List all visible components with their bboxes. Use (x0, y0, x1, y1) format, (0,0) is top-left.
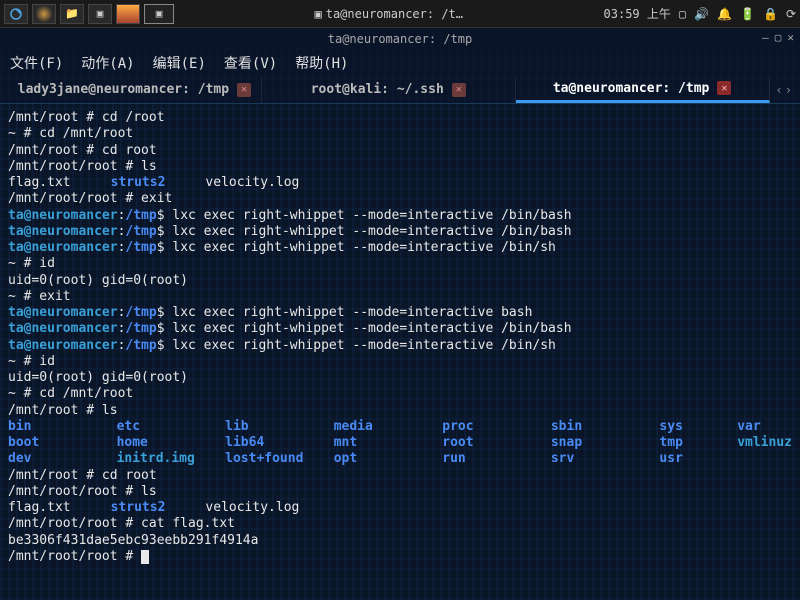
topbar-window-title[interactable]: ▣ ta@neuromancer: /t… (315, 7, 464, 21)
window-title: ta@neuromancer: /tmp (328, 32, 473, 46)
lock-icon[interactable]: 🔒 (763, 7, 778, 21)
dir-entry: usr (659, 451, 768, 467)
volume-icon[interactable]: 🔊 (694, 7, 709, 21)
power-icon[interactable]: ⟳ (786, 7, 796, 21)
workspace-icon[interactable]: ▢ (679, 7, 686, 21)
terminal-line: uid=0(root) gid=0(root) (8, 370, 792, 386)
terminal-line: uid=0(root) gid=0(root) (8, 273, 792, 289)
battery-icon[interactable]: 🔋 (740, 7, 755, 21)
terminal-line: /mnt/root # cd root (8, 468, 792, 484)
terminal-line: ~ # id (8, 354, 792, 370)
terminal-line: /mnt/root/root # ls (8, 159, 792, 175)
terminal-line: ~ # cd /mnt/root (8, 126, 792, 142)
system-topbar: 📁 ▣ ▣ ▣ ta@neuromancer: /t… 03:59 上午 ▢ 🔊… (0, 0, 800, 28)
menu-view[interactable]: 查看(V) (224, 53, 277, 73)
terminal-icon[interactable]: ▣ (88, 4, 112, 24)
window-titlebar[interactable]: ta@neuromancer: /tmp — ▢ ✕ (0, 28, 800, 50)
close-icon[interactable]: ✕ (237, 83, 251, 97)
terminal-line: flag.txtstruts2velocity.log (8, 500, 792, 516)
tab-next-icon[interactable]: › (785, 83, 792, 97)
terminal-line: ta@neuromancer:/tmp$ lxc exec right-whip… (8, 208, 792, 224)
dir-entry: proc (442, 419, 551, 435)
terminal-tabs: lady3jane@neuromancer: /tmp ✕ root@kali:… (0, 76, 800, 104)
cursor (141, 550, 149, 564)
terminal-line: flag.txtstruts2velocity.log (8, 175, 792, 191)
tab-ta-neuromancer[interactable]: ta@neuromancer: /tmp ✕ (516, 76, 770, 103)
window-maximize-icon[interactable]: ▢ (775, 31, 782, 44)
dir-entry: snap (551, 435, 660, 451)
dir-entry: lib (225, 419, 334, 435)
dir-entry: home (117, 435, 226, 451)
menu-edit[interactable]: 编辑(E) (153, 53, 206, 73)
topbar-window-title-text: ta@neuromancer: /t… (326, 7, 463, 21)
dir-entry: mnt (334, 435, 443, 451)
terminal-line: ~ # cd /mnt/root (8, 386, 792, 402)
tab-label: ta@neuromancer: /tmp (553, 81, 710, 96)
tab-root-kali[interactable]: root@kali: ~/.ssh ✕ (262, 76, 516, 103)
dir-entry: vmlinuz (737, 435, 792, 451)
terminal-line: ~ # exit (8, 289, 792, 305)
dir-entry: root (442, 435, 551, 451)
terminal-line: /mnt/root # cd root (8, 143, 792, 159)
taskbar-item-2[interactable] (116, 4, 140, 24)
dir-entry: lib64 (225, 435, 334, 451)
dir-entry: opt (334, 451, 443, 467)
terminal-line: /mnt/root/root # ls (8, 484, 792, 500)
tab-label: lady3jane@neuromancer: /tmp (18, 82, 229, 97)
dir-entry: lost+found (225, 451, 334, 467)
directory-listing: binetclibmediaprocsbinsysboothomelib64mn… (8, 419, 768, 468)
tab-prev-icon[interactable]: ‹ (776, 83, 783, 97)
terminal-line: /mnt/root # ls (8, 403, 792, 419)
terminal-line: ta@neuromancer:/tmp$ lxc exec right-whip… (8, 321, 792, 337)
tab-lady3jane[interactable]: lady3jane@neuromancer: /tmp ✕ (8, 76, 262, 103)
dir-entry: initrd.img (117, 451, 226, 467)
files-icon[interactable]: 📁 (60, 4, 84, 24)
dir-entry: media (334, 419, 443, 435)
terminal-line: be3306f431dae5ebc93eebb291f4914a (8, 533, 792, 549)
dir-entry: boot (8, 435, 117, 451)
terminal-line: /mnt/root/root # exit (8, 191, 792, 207)
terminal-line: ta@neuromancer:/tmp$ lxc exec right-whip… (8, 240, 792, 256)
taskbar-item-1[interactable] (32, 4, 56, 24)
menubar: 文件(F) 动作(A) 编辑(E) 查看(V) 帮助(H) (0, 50, 800, 76)
terminal-line: ta@neuromancer:/tmp$ lxc exec right-whip… (8, 224, 792, 240)
terminal-output[interactable]: /mnt/root # cd /root~ # cd /mnt/root/mnt… (0, 104, 800, 571)
dir-entry: sbin (551, 419, 660, 435)
notification-icon[interactable]: 🔔 (717, 7, 732, 21)
dir-entry: var (737, 419, 792, 435)
menu-help[interactable]: 帮助(H) (295, 53, 348, 73)
dir-entry: etc (117, 419, 226, 435)
clock[interactable]: 03:59 上午 (604, 5, 671, 22)
terminal-line: ta@neuromancer:/tmp$ lxc exec right-whip… (8, 338, 792, 354)
terminal-line: ta@neuromancer:/tmp$ lxc exec right-whip… (8, 305, 792, 321)
menu-file[interactable]: 文件(F) (10, 53, 63, 73)
window-minimize-icon[interactable]: — (762, 31, 769, 44)
terminal-line: /mnt/root/root # (8, 549, 792, 565)
tab-label: root@kali: ~/.ssh (311, 82, 444, 97)
terminal-line: /mnt/root/root # cat flag.txt (8, 516, 792, 532)
terminal-line: /mnt/root # cd /root (8, 110, 792, 126)
dir-entry: bin (8, 419, 117, 435)
terminal-line: ~ # id (8, 256, 792, 272)
close-icon[interactable]: ✕ (717, 81, 731, 95)
dir-entry: dev (8, 451, 117, 467)
window-close-icon[interactable]: ✕ (787, 31, 794, 44)
menu-action[interactable]: 动作(A) (81, 53, 134, 73)
app-menu-icon[interactable] (4, 4, 28, 24)
dir-entry: run (442, 451, 551, 467)
taskbar-terminal-active[interactable]: ▣ (144, 4, 174, 24)
terminal-small-icon: ▣ (315, 7, 322, 21)
dir-entry: srv (551, 451, 660, 467)
terminal-window: ta@neuromancer: /tmp — ▢ ✕ 文件(F) 动作(A) 编… (0, 28, 800, 571)
close-icon[interactable]: ✕ (452, 83, 466, 97)
